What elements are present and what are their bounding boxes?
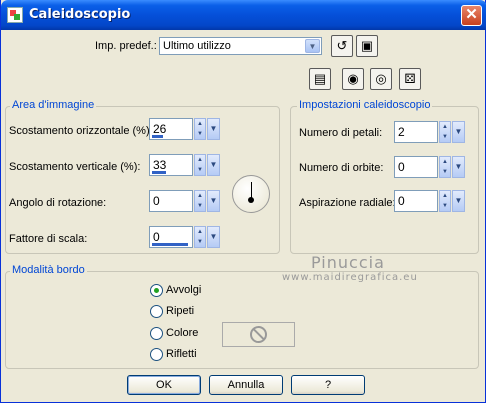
radial-suction-value: 0 [398, 194, 405, 208]
radio-color[interactable] [150, 327, 163, 340]
border-mode-group [5, 271, 479, 369]
radio-reflect-label[interactable]: Rifletti [166, 348, 197, 360]
preset-label: Imp. predef.: [95, 40, 157, 52]
proof-button[interactable]: ◉ [342, 68, 364, 90]
dice-icon: ⚄ [404, 71, 416, 86]
scale-spinner[interactable]: 0 ▲ ▼ ▼ [149, 226, 221, 248]
v-offset-input[interactable]: 33 [149, 154, 193, 176]
rotation-spinner[interactable]: 0 ▲ ▼ ▼ [149, 190, 221, 212]
floppy-disk-icon: ▣ [360, 38, 374, 53]
eye-hand-icon: ◉ [347, 71, 359, 86]
orbits-label: Numero di orbite: [299, 162, 384, 174]
v-offset-spinner[interactable]: 33 ▲ ▼ ▼ [149, 154, 221, 176]
preview-toggle-button[interactable]: ▤ [309, 68, 331, 90]
auto-proof-button[interactable]: ◎ [370, 68, 392, 90]
radio-reflect[interactable] [150, 348, 163, 361]
chevron-down-icon[interactable]: ▼ [305, 39, 320, 53]
h-offset-spinner[interactable]: 26 ▲ ▼ ▼ [149, 118, 221, 140]
close-icon: ✕ [465, 6, 478, 23]
reset-button[interactable]: ↺ [331, 35, 353, 57]
image-area-legend: Area d'immagine [10, 99, 97, 111]
v-offset-value: 33 [153, 158, 167, 172]
radial-suction-spinner[interactable]: 0 ▲ ▼ ▼ [394, 190, 466, 212]
v-offset-slider-fill [152, 171, 166, 174]
watermark-name: Pinuccia [311, 253, 385, 272]
rotation-label: Angolo di rotazione: [9, 197, 107, 209]
ok-button[interactable]: OK [127, 375, 201, 395]
petals-value: 2 [398, 125, 405, 139]
up-down-arrows-icon[interactable]: ▲ ▼ [439, 156, 451, 178]
scale-input[interactable]: 0 [149, 226, 193, 248]
orbits-input[interactable]: 0 [394, 156, 438, 178]
eye-icon: ◎ [375, 71, 387, 86]
preset-value: Ultimo utilizzo [163, 40, 231, 52]
window-title: Caleidoscopio [29, 7, 131, 22]
save-preset-button[interactable]: ▣ [356, 35, 378, 57]
h-offset-input[interactable]: 26 [149, 118, 193, 140]
cancel-button[interactable]: Annulla [209, 375, 283, 395]
up-down-arrows-icon[interactable]: ▲ ▼ [194, 118, 206, 140]
scale-value: 0 [153, 230, 160, 244]
orbits-spinner[interactable]: 0 ▲ ▼ ▼ [394, 156, 466, 178]
rotation-value: 0 [153, 194, 160, 208]
up-down-arrows-icon[interactable]: ▲ ▼ [194, 226, 206, 248]
chevron-down-icon[interactable]: ▼ [452, 156, 465, 178]
chevron-down-icon[interactable]: ▼ [207, 154, 220, 176]
undo-arrow-icon: ↺ [336, 38, 348, 53]
chevron-down-icon[interactable]: ▼ [207, 190, 220, 212]
radial-suction-input[interactable]: 0 [394, 190, 438, 212]
up-down-arrows-icon[interactable]: ▲ ▼ [194, 154, 206, 176]
app-icon [7, 7, 23, 23]
chevron-down-icon[interactable]: ▼ [207, 118, 220, 140]
scale-label: Fattore di scala: [9, 233, 88, 245]
radial-suction-label: Aspirazione radiale: [299, 197, 396, 209]
radio-wrap-label[interactable]: Avvolgi [166, 284, 201, 296]
radio-repeat-label[interactable]: Ripeti [166, 305, 194, 317]
up-down-arrows-icon[interactable]: ▲ ▼ [194, 190, 206, 212]
border-mode-legend: Modalità bordo [10, 264, 87, 276]
close-button[interactable]: ✕ [461, 5, 482, 26]
randomize-button[interactable]: ⚄ [399, 68, 421, 90]
v-offset-label: Scostamento verticale (%): [9, 161, 141, 173]
scale-slider-fill [152, 243, 188, 246]
dial-center [248, 197, 254, 203]
radio-wrap[interactable] [150, 284, 163, 297]
petals-label: Numero di petali: [299, 127, 383, 139]
radio-color-label[interactable]: Colore [166, 327, 198, 339]
radio-selected-dot [154, 288, 159, 293]
h-offset-value: 26 [153, 122, 167, 136]
chevron-down-icon[interactable]: ▼ [452, 190, 465, 212]
rotation-dial[interactable] [232, 175, 270, 213]
up-down-arrows-icon[interactable]: ▲ ▼ [439, 121, 451, 143]
orbits-value: 0 [398, 160, 405, 174]
dialog-window: Caleidoscopio ✕ Imp. predef.: Ultimo uti… [0, 0, 486, 403]
preset-dropdown[interactable]: Ultimo utilizzo ▼ [159, 37, 322, 55]
title-bar[interactable]: Caleidoscopio ✕ [1, 0, 486, 30]
petals-spinner[interactable]: 2 ▲ ▼ ▼ [394, 121, 466, 143]
chevron-down-icon[interactable]: ▼ [452, 121, 465, 143]
chevron-down-icon[interactable]: ▼ [207, 226, 220, 248]
rotation-input[interactable]: 0 [149, 190, 193, 212]
h-offset-slider-fill [152, 135, 163, 138]
h-offset-label: Scostamento orizzontale (%): [9, 125, 153, 137]
petals-input[interactable]: 2 [394, 121, 438, 143]
kaleido-settings-legend: Impostazioni caleidoscopio [297, 99, 433, 111]
film-icon: ▤ [313, 71, 327, 86]
up-down-arrows-icon[interactable]: ▲ ▼ [439, 190, 451, 212]
color-swatch-button[interactable] [222, 322, 295, 347]
prohibited-icon [250, 326, 267, 343]
radio-repeat[interactable] [150, 305, 163, 318]
help-button[interactable]: ? [291, 375, 365, 395]
